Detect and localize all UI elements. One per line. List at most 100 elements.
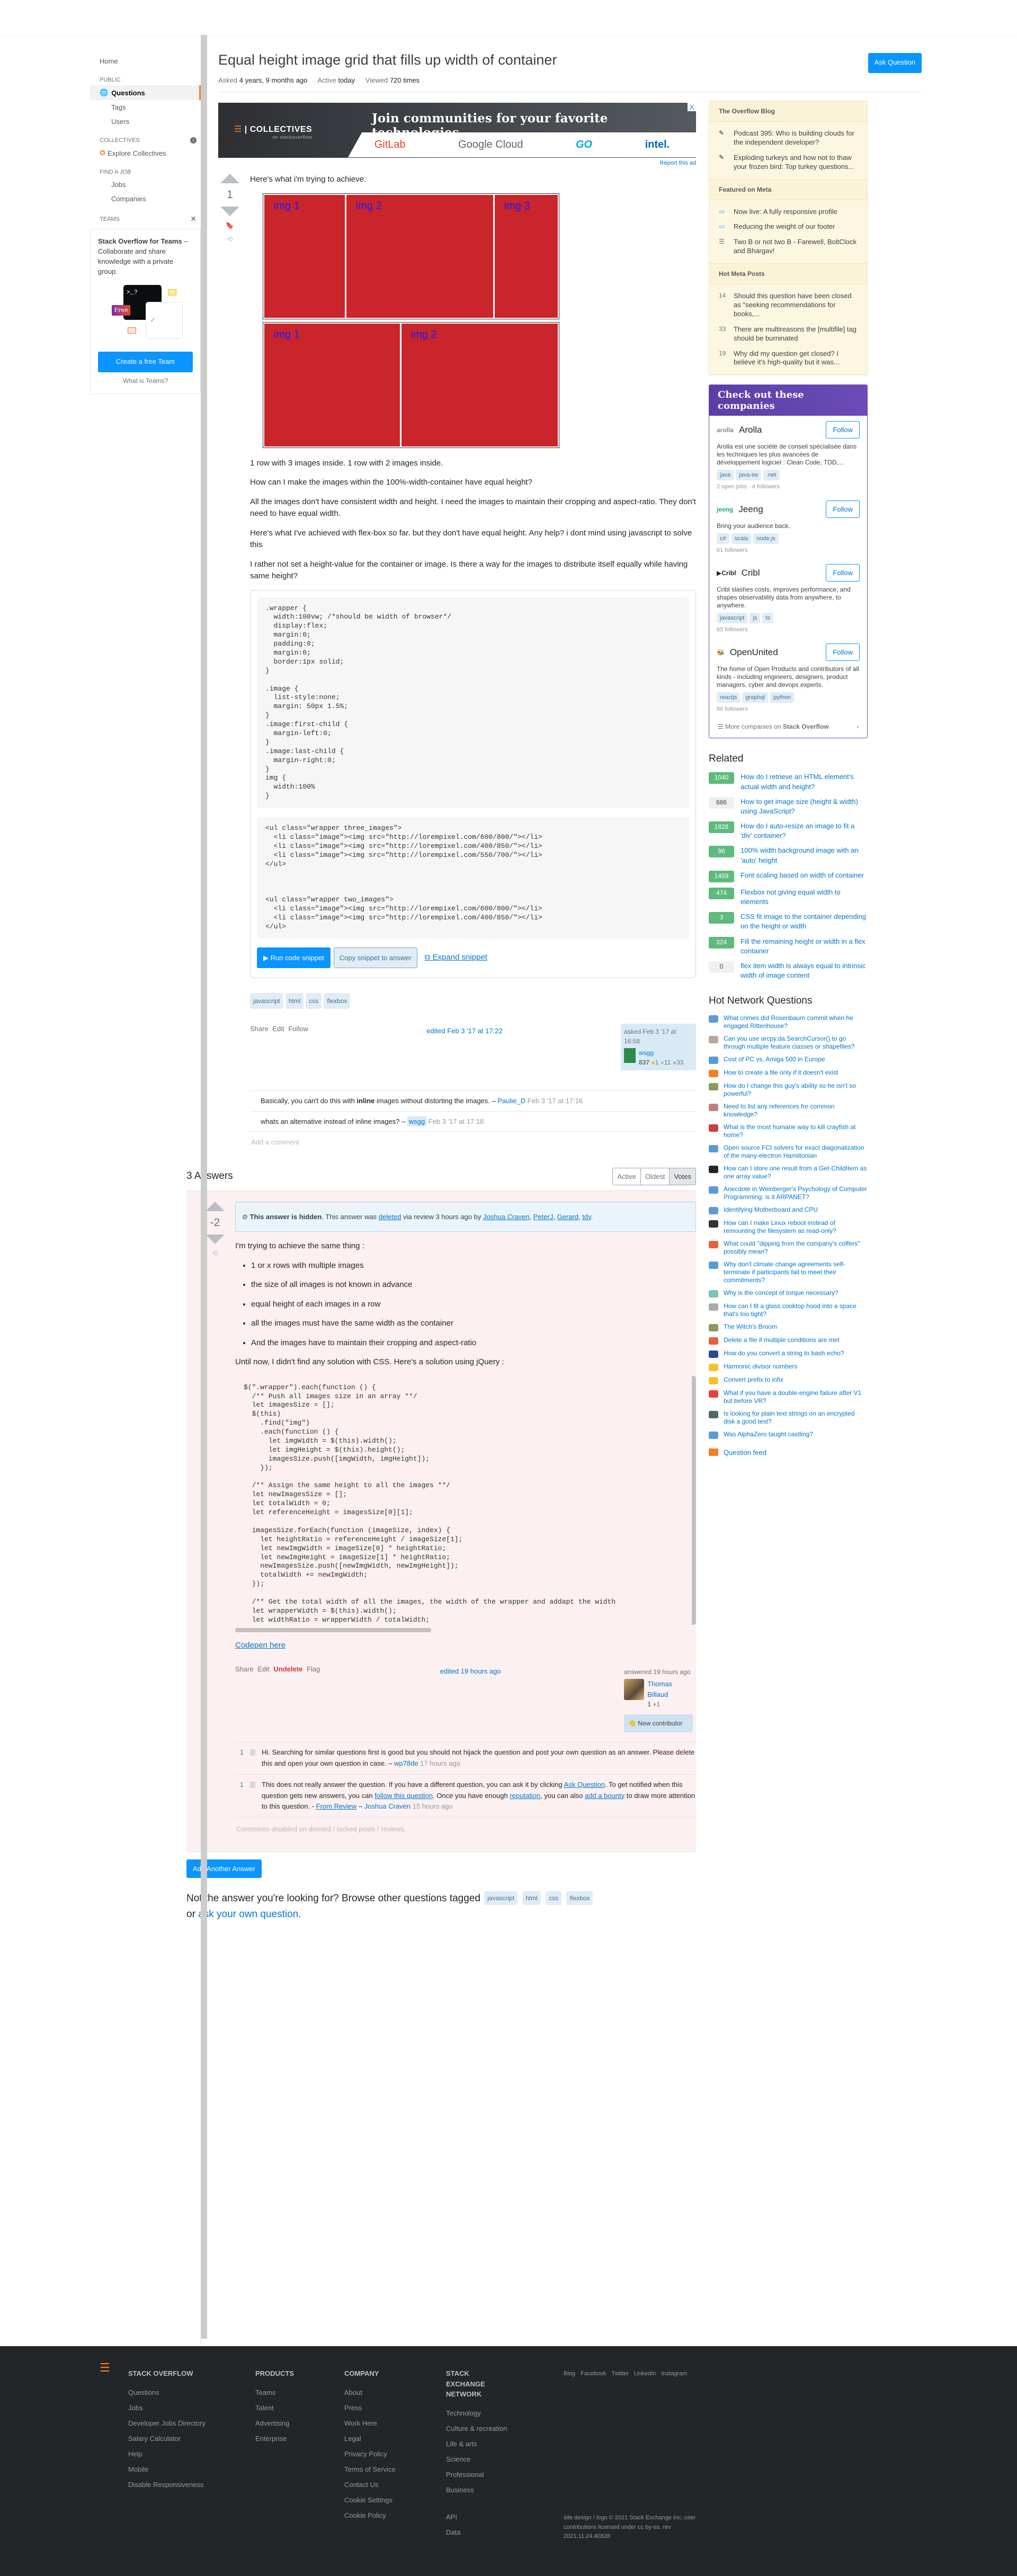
hot-meta-item[interactable]: 33 There are multireasons the [multifile]…: [709, 322, 867, 346]
flag-icon[interactable]: [250, 1749, 255, 1756]
downvote-icon[interactable]: [220, 207, 239, 216]
tag-css[interactable]: css: [546, 1891, 562, 1906]
nav-tags[interactable]: Tags: [95, 100, 201, 114]
meta-item[interactable]: ▭ Now live: A fully responsive profile: [709, 204, 867, 220]
related-question[interactable]: 0 flex item width is always equal to intr…: [709, 961, 868, 980]
share-link[interactable]: Share: [250, 1025, 269, 1033]
company-tag[interactable]: node.js: [753, 533, 779, 544]
comment-user[interactable]: Joshua Craven: [364, 1802, 411, 1810]
hot-network-question[interactable]: How can I make Linux reboot instead of r…: [709, 1219, 868, 1235]
question-feed-link[interactable]: Question feed: [709, 1448, 868, 1456]
footer-link[interactable]: Terms of Service: [344, 2465, 446, 2473]
hot-network-question[interactable]: The Witch's Broom: [709, 1323, 868, 1332]
hot-network-question[interactable]: Convert prefix to infix: [709, 1376, 868, 1385]
meta-item[interactable]: ☰ Two B or not two B - Farewell, BoltCloc…: [709, 235, 867, 259]
upvote-icon[interactable]: [220, 174, 239, 183]
footer-heading[interactable]: STACK EXCHANGE NETWORK: [446, 2368, 504, 2400]
css-code-block[interactable]: .wrapper { width:100vw; /*should be widt…: [257, 596, 689, 809]
footer-heading[interactable]: STACK OVERFLOW: [128, 2368, 255, 2379]
footer-link[interactable]: Legal: [344, 2435, 446, 2443]
history-icon[interactable]: ⟲: [227, 235, 233, 244]
company-tag[interactable]: scala: [731, 533, 752, 544]
related-question[interactable]: 324 Fill the remaining height or width in…: [709, 936, 868, 956]
social-link[interactable]: Blog: [564, 2371, 575, 2377]
deleted-link[interactable]: deleted: [379, 1213, 402, 1221]
footer-link[interactable]: Jobs: [128, 2404, 255, 2412]
copy-snippet-button[interactable]: Copy snippet to answer: [333, 947, 417, 969]
blog-item[interactable]: ✎ Podcast 395: Who is building clouds for…: [709, 126, 867, 150]
downvote-icon[interactable]: [206, 1234, 225, 1244]
from-review-link[interactable]: From Review: [316, 1802, 357, 1810]
avatar[interactable]: [624, 1048, 636, 1063]
related-question[interactable]: 1828 How do I auto-resize an image to fit…: [709, 821, 868, 840]
follow-link[interactable]: Follow: [288, 1025, 308, 1033]
hot-network-question[interactable]: What is the most humane way to kill cray…: [709, 1123, 868, 1139]
comment-user[interactable]: wsgg: [407, 1116, 427, 1126]
footer-link[interactable]: API: [446, 2513, 564, 2521]
hot-network-question[interactable]: How do you convert a string to bash echo…: [709, 1349, 868, 1358]
user-link[interactable]: Thomas Billaud: [647, 1680, 672, 1698]
footer-link[interactable]: Data: [446, 2528, 564, 2536]
code-horizontal-scrollbar[interactable]: [235, 1627, 431, 1632]
add-bounty-link[interactable]: add a bounty: [585, 1792, 625, 1800]
active-value[interactable]: today: [338, 76, 355, 84]
ask-question-link[interactable]: Ask Question: [564, 1781, 605, 1788]
comment-user[interactable]: Paulie_D: [497, 1097, 525, 1105]
company-tag[interactable]: .net: [763, 470, 780, 481]
footer-link[interactable]: Developer Jobs Directory: [128, 2419, 255, 2427]
company-tag[interactable]: js: [750, 613, 761, 624]
reviewer-link[interactable]: Joshua Craven: [483, 1213, 529, 1221]
stack-overflow-logo-icon[interactable]: ☰: [100, 2361, 117, 2544]
question-title[interactable]: Equal height image grid that fills up wi…: [218, 51, 557, 73]
follow-question-link[interactable]: follow this question: [374, 1792, 433, 1800]
hot-network-question[interactable]: Anecdote in Weinberger's Psychology of C…: [709, 1185, 868, 1201]
hot-network-question[interactable]: Need to list any references for common k…: [709, 1103, 868, 1119]
reviewer-link[interactable]: PeterJ: [533, 1213, 554, 1221]
flag-icon[interactable]: [250, 1781, 255, 1788]
bookmark-icon[interactable]: 🔖: [226, 221, 234, 230]
company-tag[interactable]: java: [717, 470, 734, 481]
footer-heading[interactable]: PRODUCTS: [255, 2368, 344, 2379]
footer-link[interactable]: Advertising: [255, 2419, 344, 2427]
tag-html[interactable]: html: [522, 1891, 541, 1906]
edited-link[interactable]: edited Feb 3 '17 at 17:22: [426, 1026, 502, 1036]
company-tag[interactable]: graphql: [742, 692, 769, 703]
flag-link[interactable]: Flag: [307, 1665, 320, 1673]
run-snippet-button[interactable]: ▶ Run code snippet: [257, 947, 331, 969]
share-link[interactable]: Share: [235, 1665, 254, 1673]
footer-link[interactable]: Science: [446, 2455, 564, 2463]
footer-link[interactable]: Professional: [446, 2471, 564, 2479]
jquery-code-block[interactable]: $(".wrapper").each(function () { /** Pus…: [235, 1375, 696, 1625]
hot-network-question[interactable]: Cost of PC vs. Amiga 500 in Europe: [709, 1056, 868, 1065]
nav-jobs[interactable]: Jobs: [95, 177, 201, 192]
company-tag[interactable]: java-ee: [736, 470, 762, 481]
tag-flexbox[interactable]: flexbox: [566, 1891, 593, 1906]
reviewer-link[interactable]: Gerard: [557, 1213, 578, 1221]
nav-explore-collectives[interactable]: ✪ Explore Collectives: [95, 146, 201, 160]
company-name[interactable]: ▶Cribl Cribl: [717, 568, 760, 578]
footer-link[interactable]: Business: [446, 2486, 564, 2494]
social-link[interactable]: LinkedIn: [634, 2371, 656, 2377]
collectives-ad[interactable]: ☰ | COLLECTIVES on stackoverflow Join com…: [218, 103, 696, 158]
footer-link[interactable]: Cookie Policy: [344, 2511, 446, 2519]
upvote-icon[interactable]: [206, 1201, 225, 1211]
hot-network-question[interactable]: Why don't climate change agreements self…: [709, 1260, 868, 1284]
company-tag[interactable]: reactjs: [717, 692, 741, 703]
hot-network-question[interactable]: How can I store one result from a Get-Ch…: [709, 1165, 868, 1180]
hot-network-question[interactable]: How to create a file only if it doesn't …: [709, 1069, 868, 1078]
sidebar-scrollbar[interactable]: [201, 35, 207, 2339]
edit-link[interactable]: Edit: [272, 1025, 284, 1033]
hot-network-question[interactable]: What could "dipping from the company's c…: [709, 1240, 868, 1256]
tag-javascript[interactable]: javascript: [484, 1891, 518, 1906]
company-tag[interactable]: ts: [762, 613, 773, 624]
company-tag[interactable]: javascript: [717, 613, 748, 624]
tag-css[interactable]: css: [306, 993, 322, 1009]
social-link[interactable]: Instagram: [661, 2371, 687, 2377]
tag-javascript[interactable]: javascript: [250, 993, 283, 1009]
sort-votes[interactable]: Votes: [670, 1168, 695, 1185]
hot-network-question[interactable]: Can you use arcpy.da.SearchCursor() to g…: [709, 1035, 868, 1051]
hot-network-question[interactable]: How can I fit a glass cooktop hood into …: [709, 1302, 868, 1318]
reviewer-link[interactable]: tdy: [582, 1213, 591, 1221]
codepen-link[interactable]: Codepen here: [235, 1641, 286, 1650]
footer-link[interactable]: Work Here: [344, 2419, 446, 2427]
